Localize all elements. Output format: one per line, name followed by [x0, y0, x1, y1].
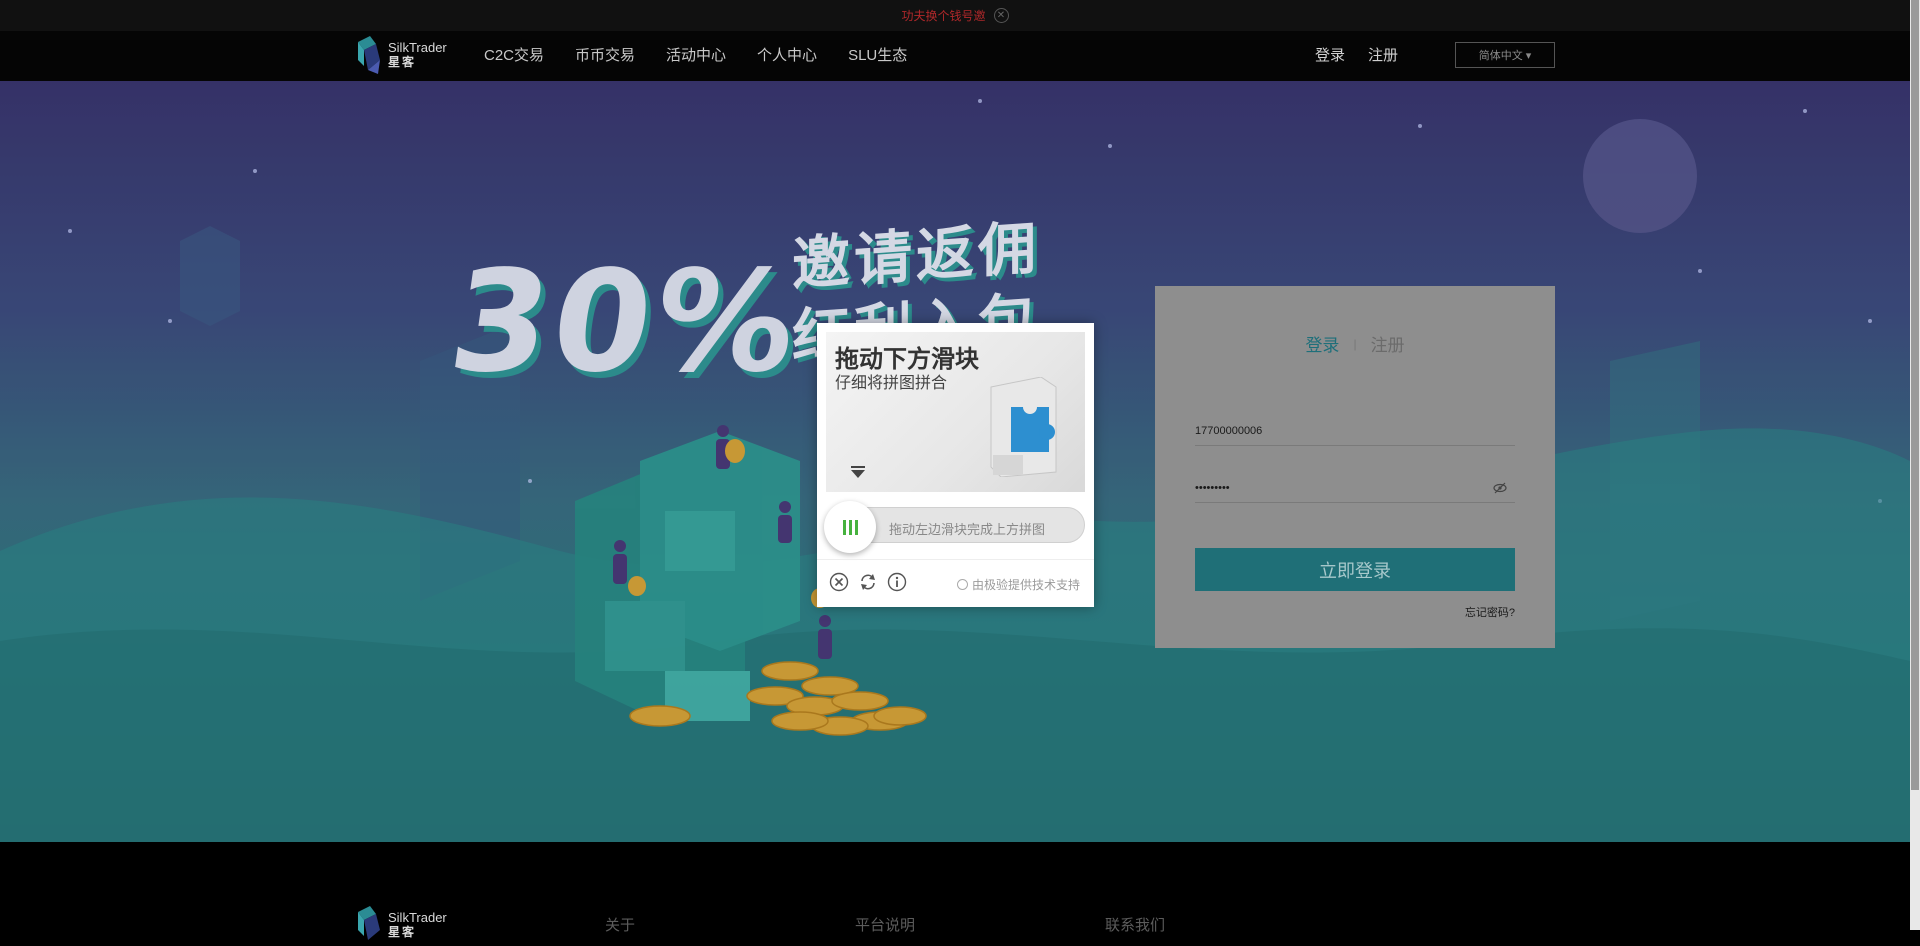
nav-register-link[interactable]: 注册 — [1368, 44, 1398, 65]
notice-bar: 功夫换个钱号邀 ✕ — [0, 0, 1910, 31]
main-nav: SilkTrader 星客 C2C交易 币币交易 活动中心 个人中心 SLU生态… — [0, 31, 1910, 81]
info-icon[interactable] — [887, 572, 907, 592]
footer-col-about[interactable]: 关于 — [605, 914, 635, 935]
captcha-popup: 拖动下方滑块 仔细将拼图拼合 拖动左边滑块完成上方拼图 由极验提供技术支持 — [817, 323, 1094, 607]
captcha-subtitle: 仔细将拼图拼合 — [835, 375, 948, 392]
footer-logo[interactable]: SilkTrader 星客 — [354, 904, 447, 946]
password-field[interactable]: ••••••••• — [1195, 473, 1515, 503]
nav-item-slu[interactable]: SLU生态 — [848, 44, 907, 65]
powered-by-text: 由极验提供技术支持 — [971, 578, 1080, 592]
logo-text-cn: 星客 — [388, 55, 417, 69]
forgot-password-link[interactable]: 忘记密码? — [1465, 604, 1515, 620]
captcha-image: 拖动下方滑块 仔细将拼图拼合 — [826, 332, 1085, 492]
nav-item-activities[interactable]: 活动中心 — [666, 44, 726, 65]
footer-logo-text-en: SilkTrader — [388, 910, 447, 925]
footer: SilkTrader 星客 关于 平台说明 联系我们 — [0, 842, 1910, 940]
eye-off-icon[interactable] — [1493, 482, 1507, 494]
scrollbar-thumb[interactable] — [1911, 0, 1919, 790]
arrow-down-icon — [851, 466, 865, 478]
tab-register[interactable]: 注册 — [1371, 331, 1405, 356]
password-value: ••••••••• — [1195, 481, 1230, 494]
nav-item-coin-trading[interactable]: 币币交易 — [575, 44, 635, 65]
login-tabs: 登录 | 注册 — [1155, 331, 1555, 356]
close-icon[interactable]: ✕ — [993, 8, 1009, 23]
grip-icon — [842, 519, 858, 535]
logo-icon — [358, 906, 380, 940]
notice-text[interactable]: 功夫换个钱号邀 — [901, 7, 985, 24]
tab-separator: | — [1353, 336, 1357, 351]
close-icon[interactable] — [829, 572, 849, 592]
footer-col-platform[interactable]: 平台说明 — [855, 914, 915, 935]
language-select[interactable]: 简体中文 ▾ — [1455, 42, 1555, 68]
footer-logo-text-cn: 星客 — [388, 925, 417, 939]
captcha-toolbar — [829, 572, 907, 592]
logo-text-en: SilkTrader — [388, 40, 447, 55]
refresh-icon[interactable] — [858, 572, 878, 592]
nav-login-link[interactable]: 登录 — [1315, 44, 1345, 65]
logo-icon — [358, 36, 380, 74]
logo[interactable]: SilkTrader 星客 — [354, 34, 447, 76]
promo-percent: 30% — [440, 241, 811, 404]
nav-item-personal[interactable]: 个人中心 — [757, 44, 817, 65]
login-card: 登录 | 注册 17700000006 ••••••••• 立即登录 忘记密码? — [1155, 286, 1555, 648]
geetest-logo-icon — [956, 579, 968, 590]
nav-auth: 登录 注册 — [1315, 31, 1398, 77]
nav-item-c2c[interactable]: C2C交易 — [484, 44, 544, 65]
slider-hint: 拖动左边滑块完成上方拼图 — [889, 522, 1046, 537]
captcha-slider-knob[interactable] — [824, 501, 876, 553]
footer-col-contact[interactable]: 联系我们 — [1105, 914, 1165, 935]
captcha-powered-by[interactable]: 由极验提供技术支持 — [956, 576, 1080, 593]
phone-field[interactable]: 17700000006 — [1195, 416, 1515, 446]
puzzle-piece-icon — [990, 377, 1057, 477]
phone-value: 17700000006 — [1195, 424, 1263, 437]
login-submit-button[interactable]: 立即登录 — [1195, 548, 1515, 591]
tab-login[interactable]: 登录 — [1305, 331, 1339, 356]
nav-links: C2C交易 币币交易 活动中心 个人中心 SLU生态 — [484, 31, 907, 77]
